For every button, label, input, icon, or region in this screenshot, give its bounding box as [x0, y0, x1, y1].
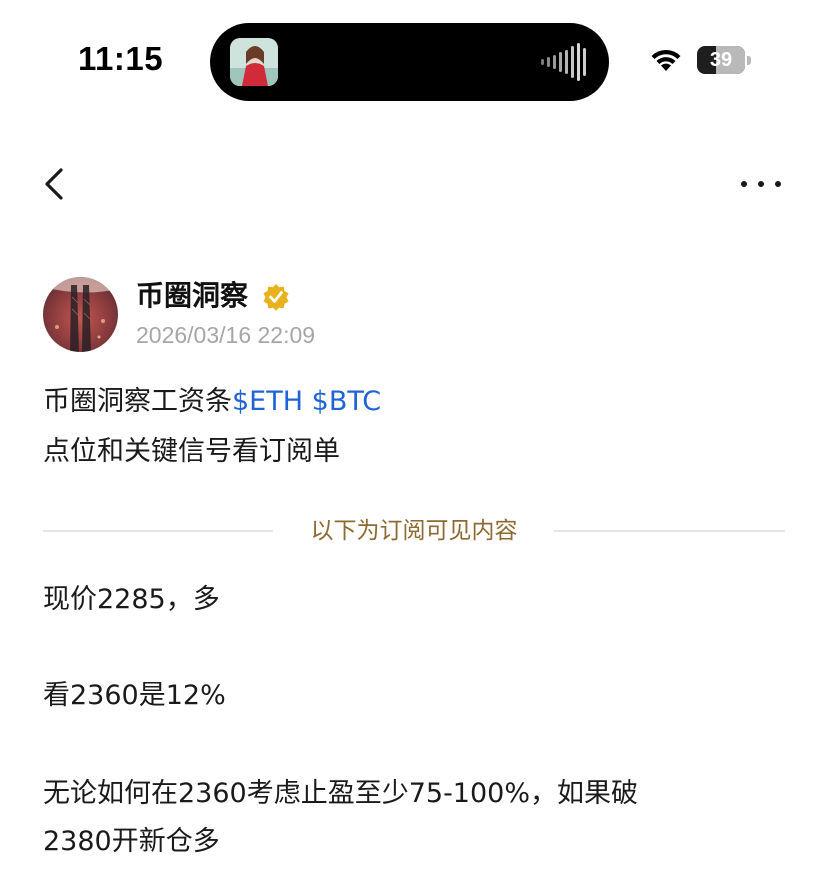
battery-level: 39	[709, 49, 733, 71]
post-paragraph: 看2360是12%	[43, 680, 226, 711]
ticker-link-btc[interactable]: $BTC	[312, 386, 381, 417]
status-time: 11:15	[78, 40, 164, 77]
more-options-button[interactable]	[732, 166, 788, 202]
subscriber-content-divider: 以下为订阅可见内容	[43, 512, 785, 550]
author-avatar[interactable]	[43, 277, 118, 352]
ticker-link-eth[interactable]: $ETH	[232, 386, 303, 417]
post-title-text: 币圈洞察工资条	[43, 386, 232, 417]
author-name[interactable]: 币圈洞察	[136, 278, 248, 314]
dynamic-island[interactable]	[210, 23, 609, 101]
post-title-line: 币圈洞察工资条$ETH $BTC	[43, 384, 381, 420]
back-button[interactable]	[36, 160, 80, 208]
post-paragraph: 2380开新仓多	[43, 826, 220, 857]
wifi-icon	[651, 49, 681, 71]
status-bar: 11:15 39	[0, 0, 828, 120]
verified-badge-icon	[263, 284, 289, 311]
battery-tip	[747, 56, 751, 65]
chevron-left-icon	[45, 168, 63, 200]
audio-waveform-icon	[541, 43, 586, 81]
divider-line-right	[554, 530, 785, 532]
post-paragraph: 现价2285，多	[43, 584, 220, 615]
post-subtitle: 点位和关键信号看订阅单	[43, 436, 340, 467]
ticker-separator	[303, 386, 312, 417]
post-paragraph: 无论如何在2360考虑止盈至少75-100%，如果破	[43, 778, 639, 809]
now-playing-thumbnail	[230, 38, 278, 86]
ellipsis-icon	[741, 181, 781, 187]
battery-indicator: 39	[697, 46, 751, 74]
post-timestamp: 2026/03/16 22:09	[136, 322, 316, 348]
